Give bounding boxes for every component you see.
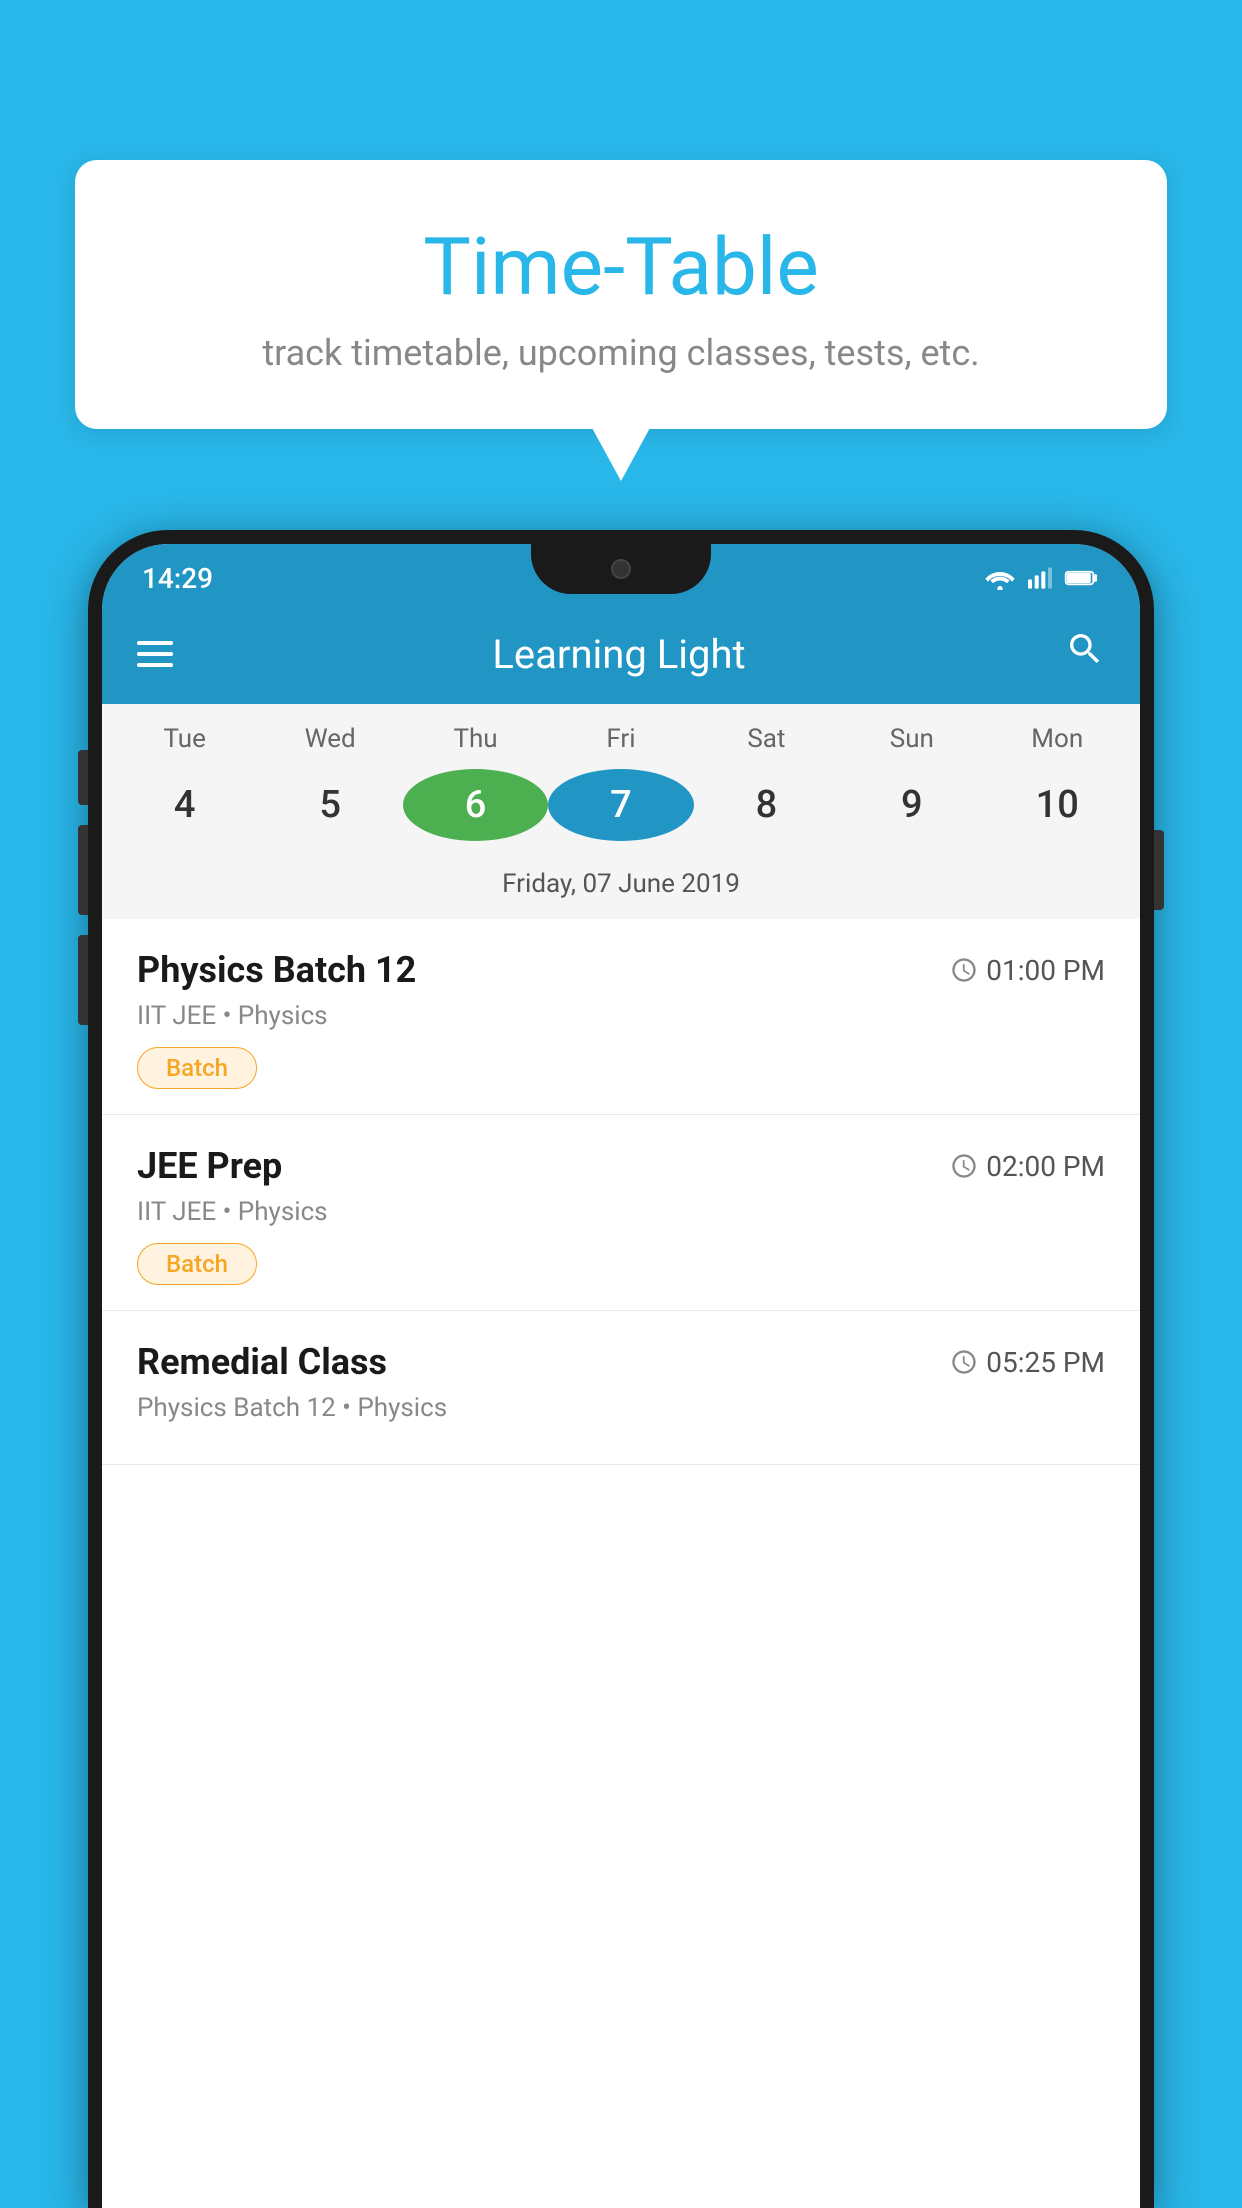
app-bar: Learning Light bbox=[102, 604, 1140, 704]
hamburger-menu-button[interactable] bbox=[137, 641, 173, 667]
schedule-item-2-header: JEE Prep 02:00 PM bbox=[137, 1145, 1105, 1187]
front-camera bbox=[611, 559, 631, 579]
day-label-tue[interactable]: Tue bbox=[112, 724, 257, 754]
day-label-mon[interactable]: Mon bbox=[985, 724, 1130, 754]
schedule-item-3[interactable]: Remedial Class 05:25 PM Physics Batch 12… bbox=[102, 1311, 1140, 1465]
status-icons bbox=[984, 566, 1100, 590]
battery-icon bbox=[1064, 568, 1100, 588]
speech-bubble-container: Time-Table track timetable, upcoming cla… bbox=[75, 160, 1167, 429]
batch-tag-2: Batch bbox=[137, 1243, 257, 1285]
clock-icon-2 bbox=[950, 1152, 978, 1180]
schedule-item-1[interactable]: Physics Batch 12 01:00 PM IIT JEE • Phys… bbox=[102, 919, 1140, 1115]
bubble-subtitle: track timetable, upcoming classes, tests… bbox=[125, 332, 1117, 374]
schedule-item-3-time: 05:25 PM bbox=[950, 1346, 1105, 1379]
day-labels-row: Tue Wed Thu Fri Sat Sun Mon bbox=[102, 724, 1140, 764]
schedule-item-2-title: JEE Prep bbox=[137, 1145, 282, 1187]
bubble-title: Time-Table bbox=[125, 220, 1117, 314]
clock-icon-3 bbox=[950, 1348, 978, 1376]
day-label-fri[interactable]: Fri bbox=[548, 724, 693, 754]
schedule-item-1-title: Physics Batch 12 bbox=[137, 949, 416, 991]
volume-up-button bbox=[78, 750, 88, 805]
clock-icon-1 bbox=[950, 956, 978, 984]
schedule-item-1-header: Physics Batch 12 01:00 PM bbox=[137, 949, 1105, 991]
day-label-wed[interactable]: Wed bbox=[257, 724, 402, 754]
batch-tag-1: Batch bbox=[137, 1047, 257, 1089]
day-label-sun[interactable]: Sun bbox=[839, 724, 984, 754]
speech-bubble: Time-Table track timetable, upcoming cla… bbox=[75, 160, 1167, 429]
calendar-date-7-selected[interactable]: 7 bbox=[548, 769, 693, 841]
calendar-date-8[interactable]: 8 bbox=[694, 769, 839, 841]
phone-screen: 14:29 bbox=[102, 544, 1140, 2208]
schedule-item-2-time: 02:00 PM bbox=[950, 1150, 1105, 1183]
time-value-2: 02:00 PM bbox=[986, 1150, 1105, 1183]
hamburger-line-2 bbox=[137, 652, 173, 656]
volume-down-button bbox=[78, 825, 88, 915]
calendar-date-6-today[interactable]: 6 bbox=[403, 769, 548, 841]
schedule-item-1-subtitle: IIT JEE • Physics bbox=[137, 1001, 1105, 1031]
schedule-list: Physics Batch 12 01:00 PM IIT JEE • Phys… bbox=[102, 919, 1140, 1465]
wifi-icon bbox=[984, 566, 1016, 590]
schedule-item-1-time: 01:00 PM bbox=[950, 954, 1105, 987]
hamburger-line-3 bbox=[137, 663, 173, 667]
schedule-item-2-subtitle: IIT JEE • Physics bbox=[137, 1197, 1105, 1227]
silent-button bbox=[78, 935, 88, 1025]
calendar-date-4[interactable]: 4 bbox=[112, 769, 257, 841]
day-label-thu[interactable]: Thu bbox=[403, 724, 548, 754]
calendar-date-5[interactable]: 5 bbox=[257, 769, 402, 841]
power-button bbox=[1154, 830, 1164, 910]
schedule-item-3-header: Remedial Class 05:25 PM bbox=[137, 1341, 1105, 1383]
phone-frame: 14:29 bbox=[88, 530, 1154, 2208]
calendar-header: Tue Wed Thu Fri Sat Sun Mon 4 5 6 7 8 9 … bbox=[102, 704, 1140, 919]
day-numbers-row: 4 5 6 7 8 9 10 bbox=[102, 764, 1140, 861]
status-time: 14:29 bbox=[142, 562, 213, 595]
calendar-date-10[interactable]: 10 bbox=[985, 769, 1130, 841]
time-value-3: 05:25 PM bbox=[986, 1346, 1105, 1379]
app-title: Learning Light bbox=[203, 631, 1035, 678]
signal-icon bbox=[1026, 566, 1054, 590]
hamburger-line-1 bbox=[137, 641, 173, 645]
search-icon[interactable] bbox=[1065, 629, 1105, 679]
schedule-item-3-subtitle: Physics Batch 12 • Physics bbox=[137, 1393, 1105, 1423]
calendar-date-9[interactable]: 9 bbox=[839, 769, 984, 841]
time-value-1: 01:00 PM bbox=[986, 954, 1105, 987]
day-label-sat[interactable]: Sat bbox=[694, 724, 839, 754]
phone-notch bbox=[531, 544, 711, 594]
schedule-item-2[interactable]: JEE Prep 02:00 PM IIT JEE • Physics Batc… bbox=[102, 1115, 1140, 1311]
selected-date-label: Friday, 07 June 2019 bbox=[102, 861, 1140, 919]
schedule-item-3-title: Remedial Class bbox=[137, 1341, 387, 1383]
